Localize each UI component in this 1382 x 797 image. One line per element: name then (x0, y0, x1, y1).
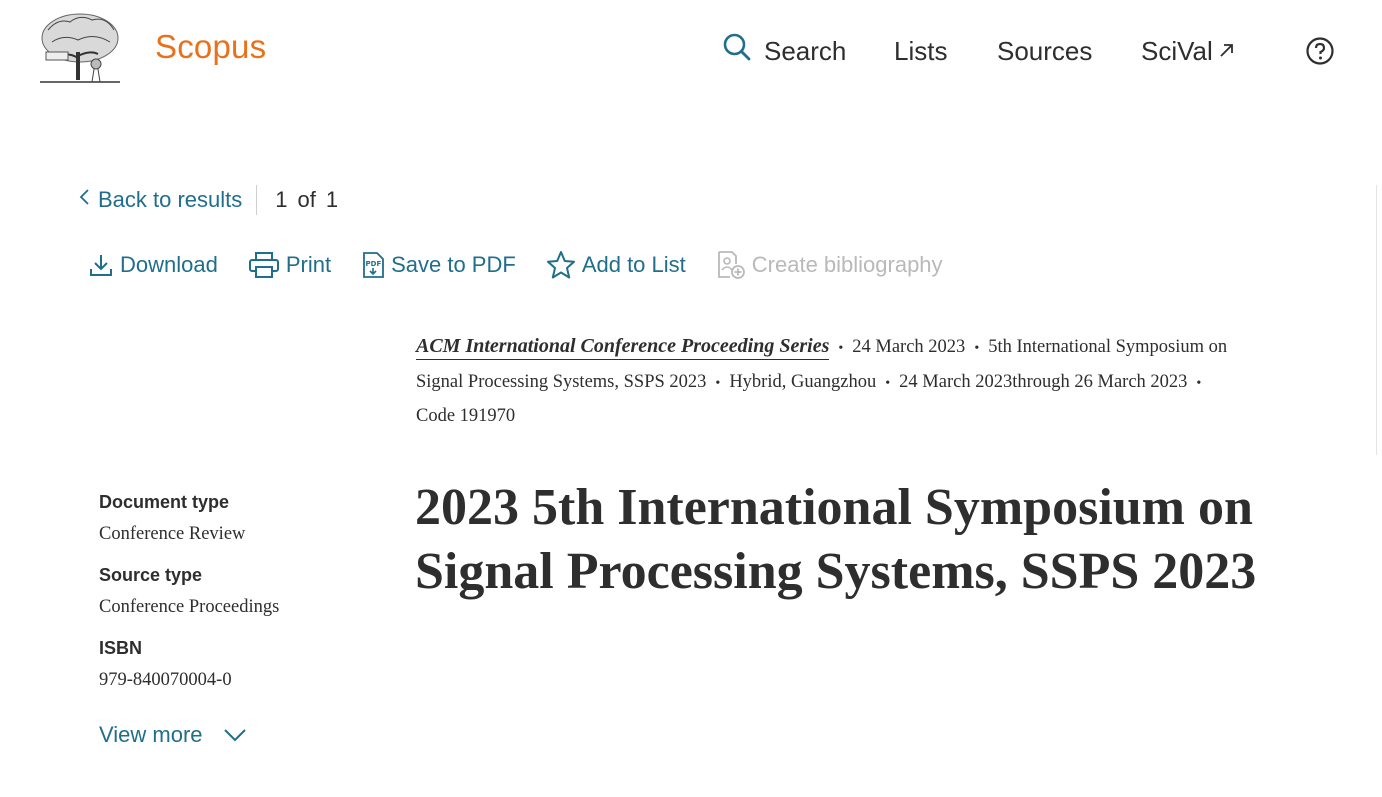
download-button[interactable]: Download (88, 252, 218, 278)
document-info-panel: Document type Conference Review Source t… (99, 492, 379, 711)
source-type-label: Source type (99, 565, 203, 585)
chevron-left-icon (78, 187, 90, 213)
help-icon[interactable] (1306, 37, 1334, 65)
document-toolbar: Download Print PDF Save to PDF Add to Li… (88, 248, 973, 282)
back-to-results-label: Back to results (98, 187, 243, 212)
nav-scival[interactable]: SciVal (1141, 33, 1237, 69)
save-to-pdf-button[interactable]: PDF Save to PDF (361, 251, 516, 279)
save-to-pdf-label: Save to PDF (391, 252, 516, 277)
scopus-brand[interactable]: Scopus (155, 28, 266, 66)
title-line-1: 2023 5th International Symposium on (415, 479, 1253, 536)
isbn-label: ISBN (99, 638, 143, 658)
nav-scival-label: SciVal (1141, 36, 1213, 66)
pager-current: 1 (275, 187, 288, 212)
result-pager: 1 of 1 (275, 187, 338, 213)
star-icon (546, 250, 576, 280)
source-type-value: Conference Proceedings (99, 597, 280, 617)
scrollbar[interactable] (1376, 185, 1382, 455)
create-bibliography-label: Create bibliography (751, 252, 943, 277)
svg-text:PDF: PDF (366, 260, 382, 268)
chevron-down-icon (223, 722, 247, 748)
nav-sources[interactable]: Sources (997, 33, 1092, 69)
top-header: Scopus Search Lists Sources SciVal (0, 0, 1382, 100)
print-label: Print (285, 252, 332, 277)
document-type-label: Document type (99, 492, 230, 512)
meta-dates: 24 March 2023through 26 March 2023 (899, 371, 1188, 392)
separator-dot: • (838, 341, 844, 356)
nav-lists[interactable]: Lists (894, 33, 947, 69)
meta-date: 24 March 2023 (852, 337, 966, 357)
document-title: 2023 5th International Symposium on Sign… (415, 476, 1355, 604)
back-to-results-link[interactable]: Back to results (78, 187, 242, 213)
add-to-list-label: Add to List (581, 252, 686, 277)
meta-conference-part1: 5th International Symposium on (988, 337, 1228, 357)
pager-total: 1 (325, 187, 339, 212)
document-source-meta: ACM International Conference Proceeding … (416, 330, 1331, 434)
divider (256, 185, 258, 215)
elsevier-tree-logo[interactable] (38, 12, 122, 86)
series-link[interactable]: ACM International Conference Proceeding … (416, 335, 830, 360)
pdf-file-icon: PDF (361, 251, 385, 279)
download-icon (88, 252, 114, 278)
meta-conference-part2: Signal Processing Systems, SSPS 2023 (416, 371, 707, 392)
separator-dot: • (885, 375, 891, 391)
separator-dot: • (715, 375, 721, 391)
add-to-list-button[interactable]: Add to List (546, 250, 686, 280)
printer-icon (248, 251, 280, 279)
isbn-value: 979-840070004-0 (99, 670, 232, 690)
meta-location: Hybrid, Guangzhou (729, 371, 877, 392)
external-link-icon (1217, 33, 1237, 69)
print-button[interactable]: Print (248, 251, 331, 279)
search-icon (722, 32, 752, 71)
separator-dot: • (1196, 375, 1202, 391)
meta-code: Code 191970 (416, 406, 516, 426)
nav-search-label: Search (764, 36, 847, 66)
bibliography-add-icon (716, 250, 746, 280)
nav-search[interactable]: Search (722, 33, 846, 69)
document-type-value: Conference Review (99, 524, 246, 544)
create-bibliography-button[interactable]: Create bibliography (716, 250, 943, 280)
view-more-label: View more (99, 722, 203, 747)
pager-of: of (297, 187, 316, 212)
title-line-2: Signal Processing Systems, SSPS 2023 (415, 543, 1257, 600)
separator-dot: • (974, 341, 980, 356)
download-label: Download (120, 252, 218, 277)
view-more-button[interactable]: View more (99, 722, 247, 748)
result-navigation: Back to results 1 of 1 (78, 183, 338, 217)
